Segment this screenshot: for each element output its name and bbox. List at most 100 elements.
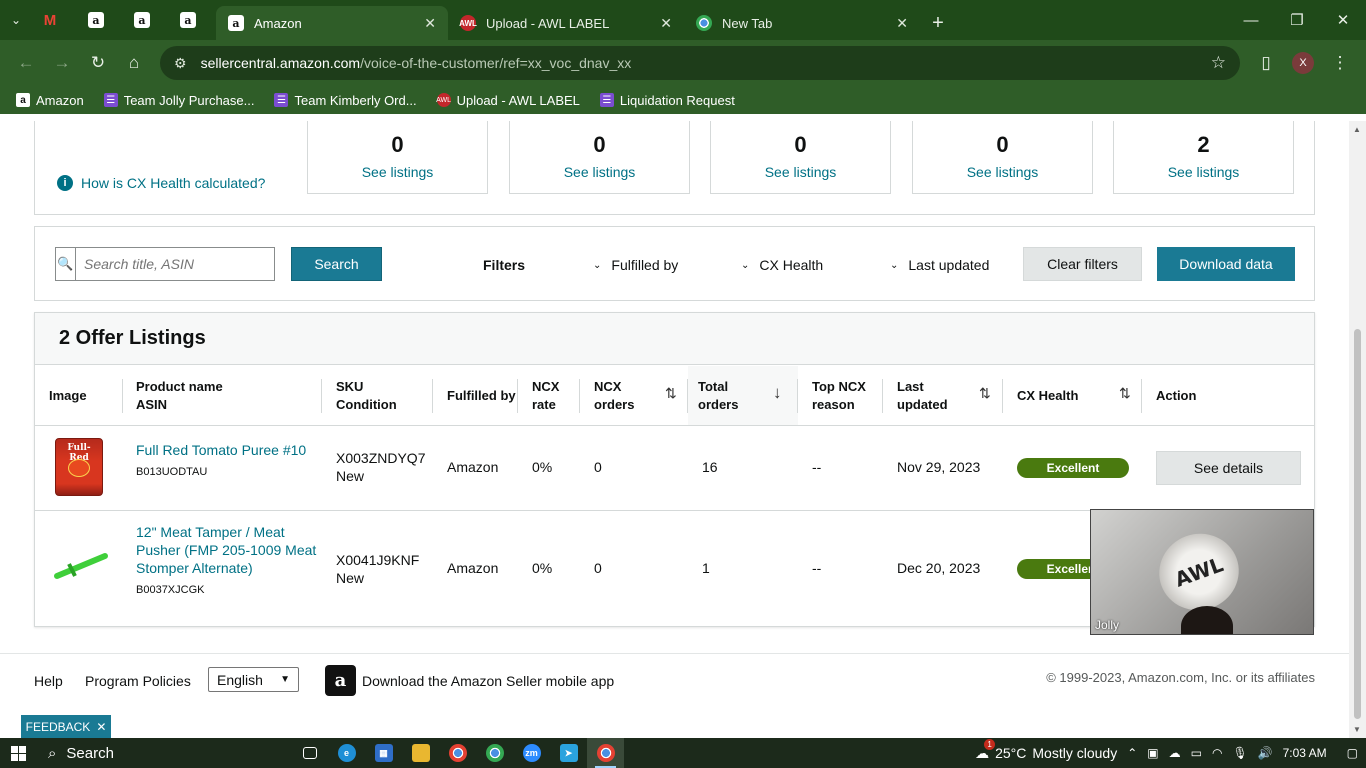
tamper-handle (54, 553, 108, 579)
address-bar[interactable]: ⚙ sellercentral.amazon.com/voice-of-the-… (160, 46, 1240, 80)
col-cx-health[interactable]: CX Health (1007, 366, 1078, 426)
new-tab-button[interactable]: + (920, 6, 956, 40)
minimize-button[interactable]: — (1228, 0, 1274, 40)
mobile-app-link[interactable]: Download the Amazon Seller mobile app (362, 673, 614, 689)
pinned-tab-amazon-1[interactable]: a (78, 0, 124, 40)
download-data-button[interactable]: Download data (1157, 247, 1295, 281)
bookmarks-bar: a Amazon ☰ Team Jolly Purchase... ☰ Team Ki… (0, 86, 1366, 114)
sort-icon[interactable]: ⇅ (1119, 385, 1131, 402)
close-icon[interactable]: ✕ (424, 15, 436, 32)
profile-avatar[interactable]: X (1292, 52, 1314, 74)
pinned-tab-amazon-2[interactable]: a (124, 0, 170, 40)
chevron-up-icon[interactable]: ⌃ (1127, 746, 1137, 760)
forward-button[interactable]: → (44, 45, 80, 81)
battery-icon[interactable]: ▭ (1191, 746, 1202, 760)
col-label-stack: SKU Condition (336, 378, 397, 414)
taskbar-store[interactable]: ▦ (365, 738, 402, 768)
sort-icon[interactable]: ⇅ (665, 385, 677, 402)
onedrive-icon[interactable]: ☁ (1169, 746, 1181, 760)
microphone-icon[interactable]: 🎙 (1232, 746, 1247, 760)
taskbar-edge[interactable]: e (328, 738, 365, 768)
pinned-tab-amazon-3[interactable]: a (170, 0, 216, 40)
tab-title: Upload - AWL LABEL (486, 15, 610, 31)
video-call-overlay[interactable]: AWL Jolly (1090, 509, 1314, 635)
pinned-tab-gmail[interactable]: M (32, 0, 78, 40)
see-listings-link[interactable]: See listings (510, 164, 689, 180)
see-listings-link[interactable]: See listings (913, 164, 1092, 180)
notification-icon[interactable]: ▢ (1347, 746, 1358, 760)
taskbar-search[interactable]: ⌕ Search (36, 738, 291, 768)
last-updated-dropdown[interactable]: ⌄ Last updated (890, 257, 989, 273)
task-view-button[interactable] (291, 738, 328, 768)
tab-new-tab[interactable]: New Tab ✕ (684, 6, 920, 40)
cx-health-help-link[interactable]: i How is CX Health calculated? (57, 175, 265, 191)
back-button[interactable]: ← (8, 45, 44, 81)
see-details-button[interactable]: See details (1156, 451, 1301, 485)
clock[interactable]: 7:03 AM (1283, 746, 1327, 760)
product-name-link[interactable]: 12" Meat Tamper / Meat Pusher (FMP 205-1… (136, 523, 316, 577)
tab-amazon[interactable]: a Amazon ✕ (216, 6, 448, 40)
product-image[interactable]: Full-Red (55, 438, 103, 496)
amazon-seller-app-icon[interactable]: a (325, 665, 356, 696)
product-name-link[interactable]: Full Red Tomato Puree #10 (136, 441, 306, 459)
col-ncx-orders[interactable]: NCX orders (584, 366, 634, 426)
help-link[interactable]: Help (34, 673, 63, 689)
scroll-thumb[interactable] (1354, 329, 1361, 719)
see-listings-link[interactable]: See listings (308, 164, 487, 180)
meet-now-icon[interactable]: ▣ (1147, 746, 1158, 760)
cx-health-dropdown[interactable]: ⌄ CX Health (741, 257, 823, 273)
taskbar-chrome-1[interactable] (439, 738, 476, 768)
col-total-orders[interactable]: Total orders (688, 366, 798, 426)
wifi-icon[interactable]: ◠ (1212, 746, 1222, 760)
amazon-icon: a (134, 12, 150, 28)
reload-button[interactable]: ↻ (80, 45, 116, 81)
close-icon[interactable]: ✕ (896, 15, 908, 32)
site-info-icon[interactable]: ⚙ (174, 55, 187, 72)
awl-logo-icon: AWL (436, 93, 451, 107)
bookmark-star-icon[interactable]: ☆ (1211, 53, 1226, 73)
scroll-up-icon[interactable]: ▲ (1353, 125, 1361, 134)
browser-menu-icon[interactable]: ⋮ (1322, 45, 1358, 81)
chevron-down-icon: ⌄ (741, 259, 750, 271)
bookmark-team-jolly[interactable]: ☰ Team Jolly Purchase... (96, 87, 263, 113)
taskbar-chrome-2[interactable] (476, 738, 513, 768)
bookmark-liquidation[interactable]: ☰ Liquidation Request (592, 87, 743, 113)
volume-icon[interactable]: 🔊 (1258, 746, 1273, 760)
tab-search-button[interactable]: ⌄ (0, 0, 32, 40)
product-image[interactable] (51, 550, 111, 582)
health-card-count: 0 (593, 132, 606, 157)
store-icon: ▦ (374, 744, 393, 762)
bookmark-upload-awl[interactable]: AWL Upload - AWL LABEL (429, 87, 588, 113)
taskbar-zoom[interactable]: zm (513, 738, 550, 768)
scroll-down-icon[interactable]: ▼ (1353, 725, 1361, 734)
bookmark-label: Team Jolly Purchase... (123, 92, 255, 108)
clear-filters-button[interactable]: Clear filters (1023, 247, 1142, 281)
weather-widget[interactable]: ☁ 1 25°C Mostly cloudy (975, 738, 1117, 762)
bookmark-amazon[interactable]: a Amazon (8, 87, 92, 113)
restore-button[interactable]: ❐ (1274, 0, 1320, 40)
search-input[interactable] (76, 248, 274, 280)
program-policies-link[interactable]: Program Policies (85, 673, 191, 689)
taskbar-chrome-active[interactable] (587, 738, 624, 768)
fulfilled-by-dropdown[interactable]: ⌄ Fulfilled by (593, 257, 678, 273)
see-listings-link[interactable]: See listings (1114, 164, 1293, 180)
language-select[interactable]: English ▼ (208, 667, 299, 692)
bookmark-team-kimberly[interactable]: ☰ Team Kimberly Ord... (266, 87, 424, 113)
close-icon[interactable]: ✕ (96, 720, 106, 734)
window-close-button[interactable]: ✕ (1320, 0, 1366, 40)
sort-icon[interactable]: ⇅ (979, 385, 991, 402)
tab-upload-awl-label[interactable]: AWL Upload - AWL LABEL ✕ (448, 6, 684, 40)
home-button[interactable]: ⌂ (116, 45, 152, 81)
col-last-updated[interactable]: Last updated (887, 366, 948, 426)
feedback-button[interactable]: FEEDBACK ✕ (21, 715, 111, 738)
close-icon[interactable]: ✕ (660, 15, 672, 32)
sort-descending-icon[interactable]: ↓ (773, 383, 782, 403)
search-button[interactable]: Search (291, 247, 382, 281)
side-panel-icon[interactable]: ▯ (1248, 45, 1284, 81)
taskbar-telegram[interactable]: ➤ (550, 738, 587, 768)
see-listings-link[interactable]: See listings (711, 164, 890, 180)
taskbar-file-explorer[interactable] (402, 738, 439, 768)
page-scrollbar[interactable]: ▲ ▼ (1349, 121, 1366, 738)
telegram-icon: ➤ (559, 744, 578, 762)
start-button[interactable] (0, 738, 36, 768)
